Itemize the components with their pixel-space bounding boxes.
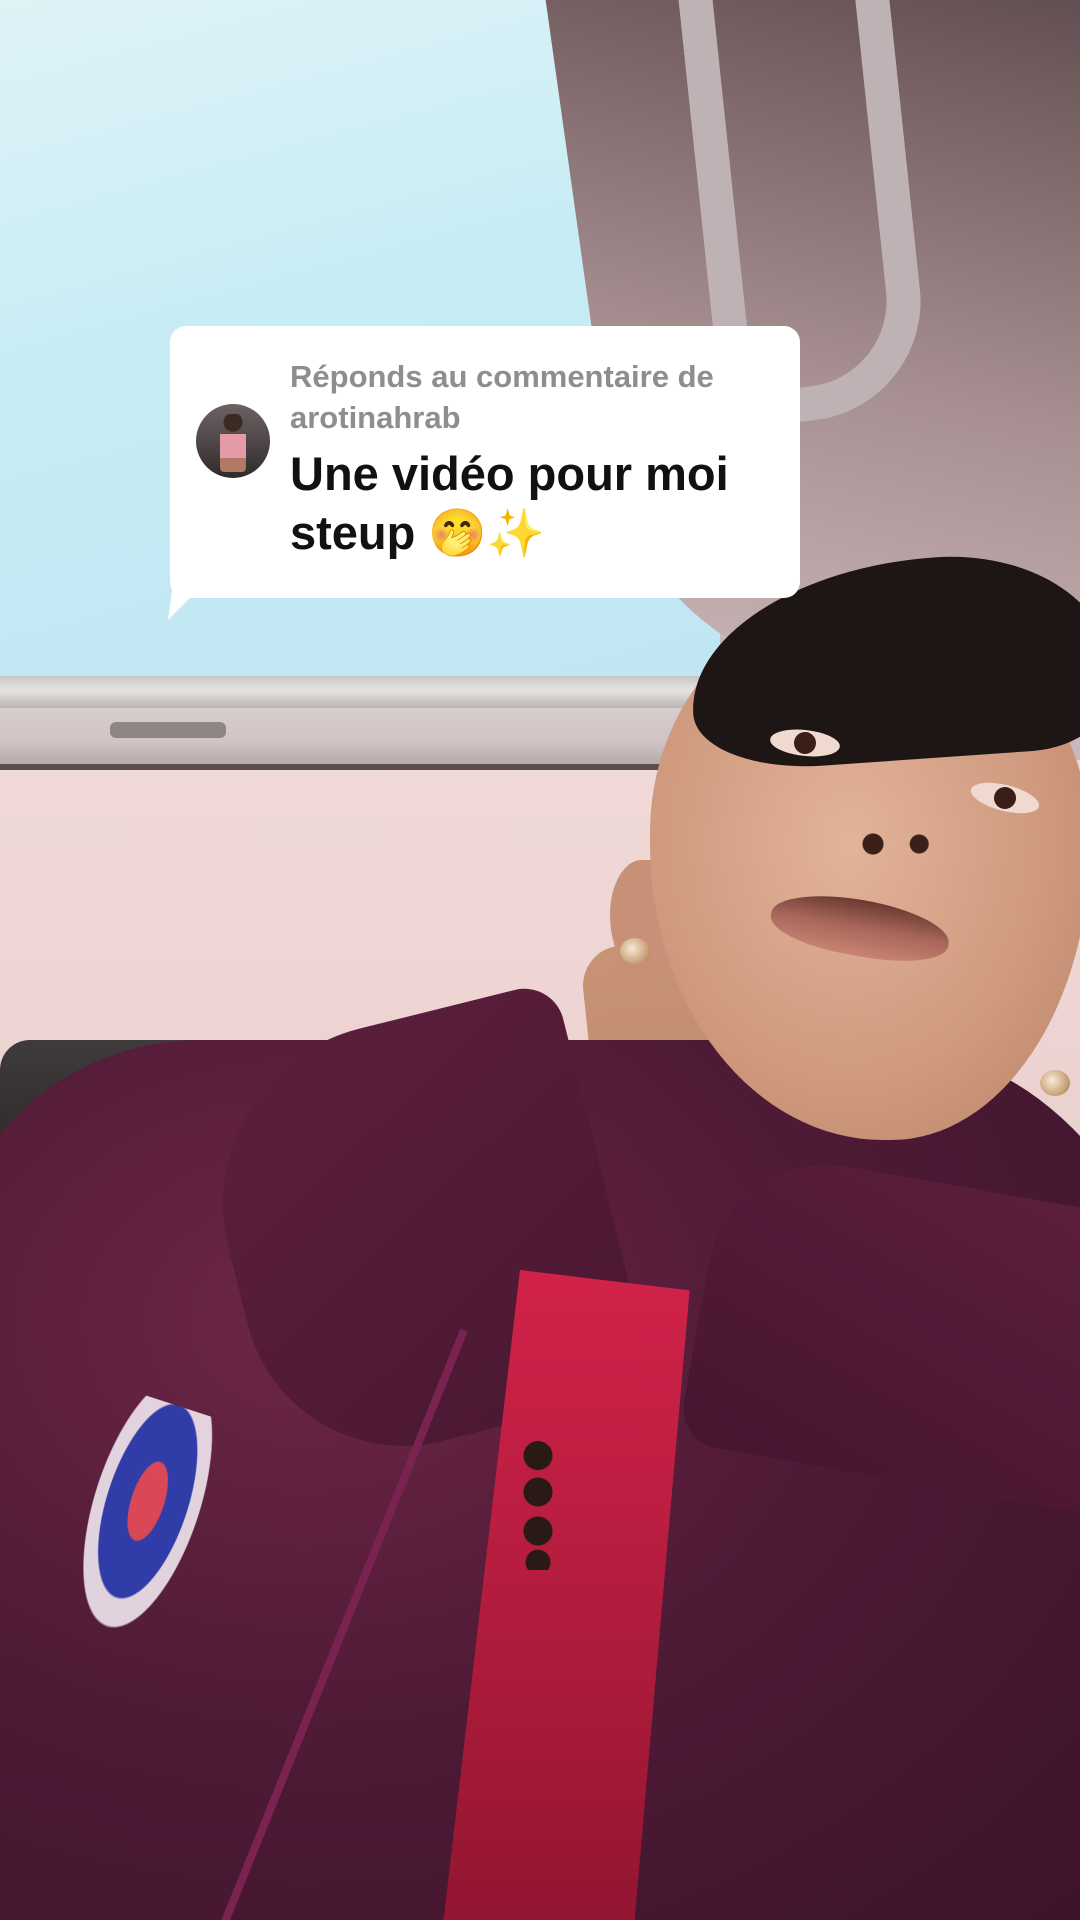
bead-necklace	[520, 1440, 556, 1570]
reply-comment-text: Une vidéo pour moi steup 🤭✨	[290, 447, 729, 559]
sunroof-latch	[110, 722, 226, 738]
earring-right	[1040, 1070, 1070, 1096]
avatar-photo	[220, 414, 246, 472]
reply-username[interactable]: arotinahrab	[290, 400, 461, 435]
sunroof-frame	[0, 676, 700, 708]
user-avatar[interactable]	[196, 404, 270, 478]
earring-left	[620, 938, 650, 964]
comment-reply-sticker[interactable]: Réponds au commentaire de arotinahrab Un…	[170, 326, 800, 598]
video-frame[interactable]: Réponds au commentaire de arotinahrab Un…	[0, 0, 1080, 1920]
reply-prefix: Réponds au commentaire de	[290, 359, 714, 394]
reply-label: Réponds au commentaire de arotinahrab	[290, 356, 780, 438]
sticker-tail	[167, 590, 199, 620]
sunroof-lip	[0, 708, 700, 770]
person-nose	[840, 820, 950, 860]
